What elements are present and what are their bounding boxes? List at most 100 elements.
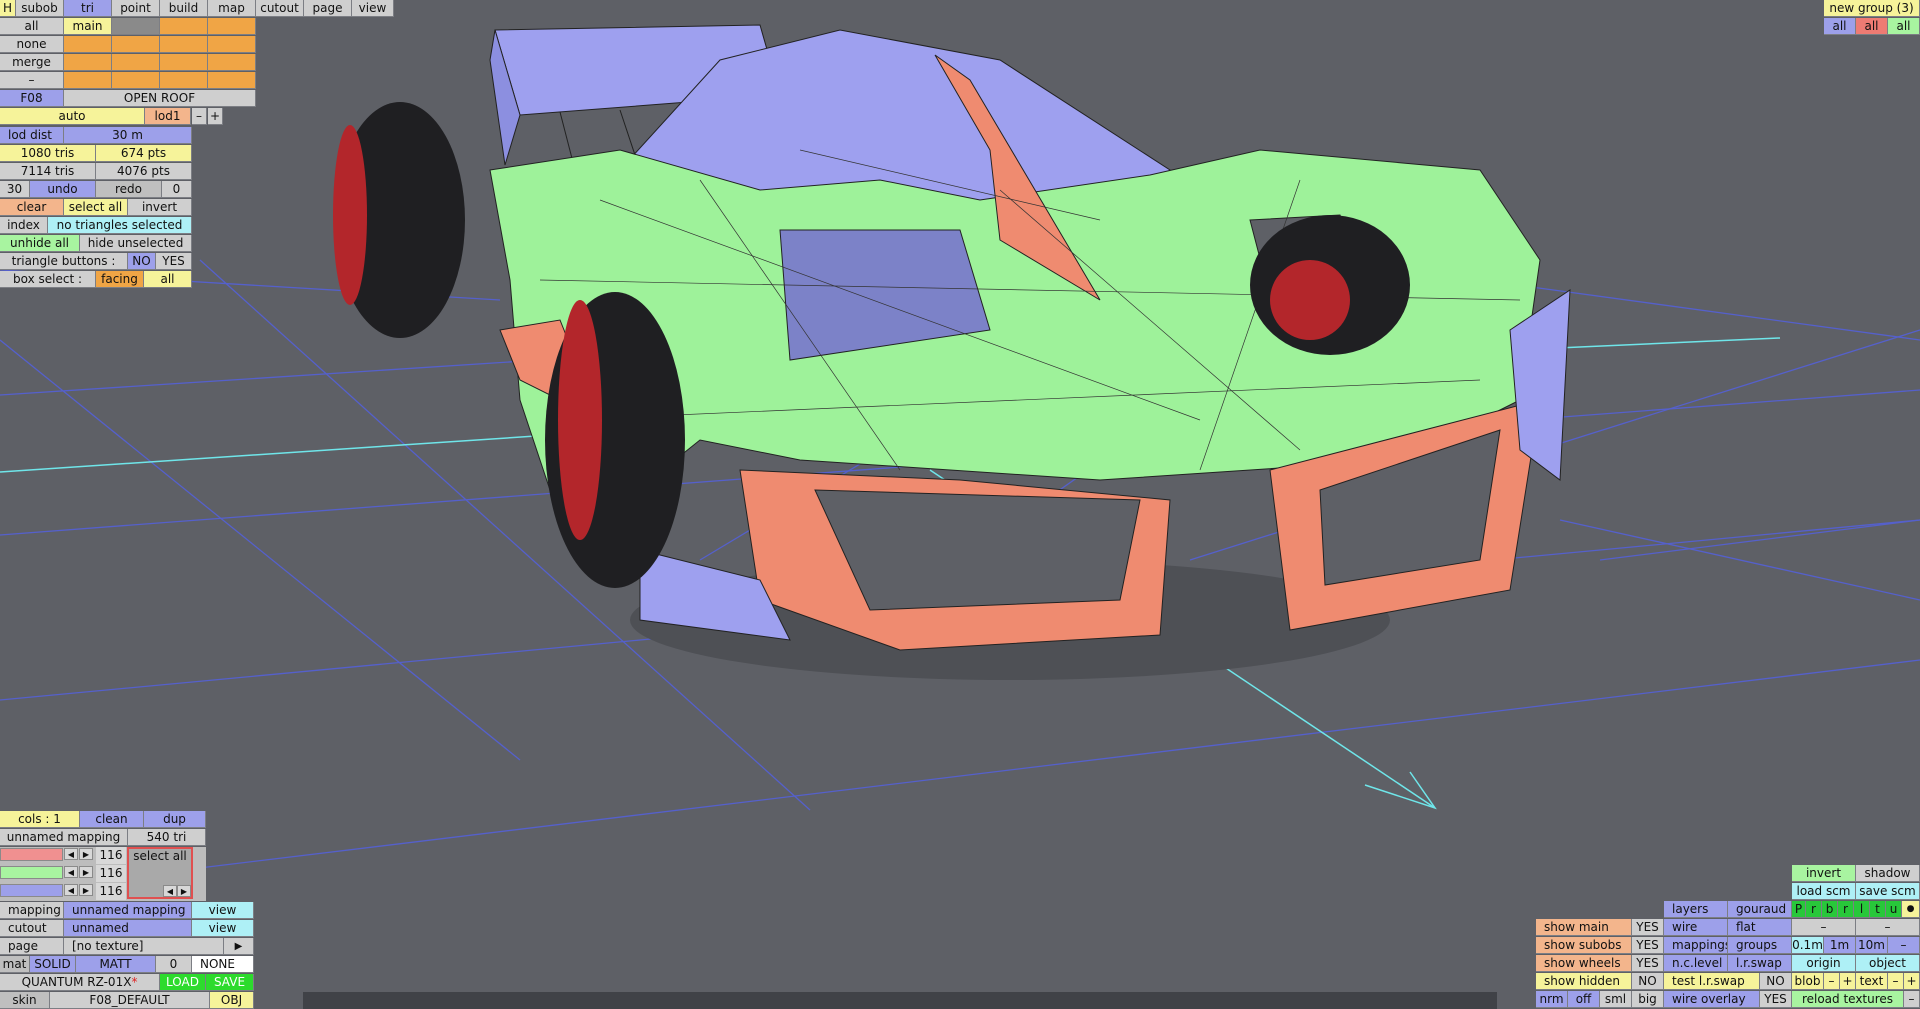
show-subobs-toggle[interactable]: YES <box>1632 937 1664 954</box>
tab-view[interactable]: view <box>352 0 394 17</box>
group-all-blue[interactable]: all <box>1824 18 1856 35</box>
text-plus[interactable]: + <box>1904 973 1920 990</box>
subob-main[interactable]: main <box>64 18 112 35</box>
blob-plus[interactable]: + <box>1840 973 1856 990</box>
object-name[interactable]: OPEN ROOF <box>64 90 256 107</box>
mapping-name[interactable]: unnamed mapping <box>0 829 128 846</box>
select-all-tri-button[interactable]: select all <box>64 199 128 216</box>
arrow-right-icon[interactable]: ▶ <box>79 866 93 878</box>
tab-cutout[interactable]: cutout <box>256 0 304 17</box>
subob-slot-9[interactable] <box>64 54 112 71</box>
new-group-button[interactable]: new group (3) <box>1824 0 1920 17</box>
cutout-value[interactable]: unnamed <box>64 920 192 937</box>
render-letter[interactable]: l <box>1854 901 1870 918</box>
render-letter[interactable]: t <box>1870 901 1886 918</box>
wire-overlay-button[interactable]: wire overlay <box>1664 991 1760 1008</box>
mapping-preview[interactable]: select all ◀ ▶ <box>127 847 193 899</box>
dash-button[interactable]: – <box>0 72 64 89</box>
render-letter[interactable]: r <box>1806 901 1822 918</box>
groups-button[interactable]: groups <box>1728 937 1792 954</box>
subob-slot-16[interactable] <box>208 72 256 89</box>
lod-dist-value[interactable]: 30 m <box>64 127 192 144</box>
page-value[interactable]: [no texture] <box>64 938 224 955</box>
subob-slot-8[interactable] <box>208 36 256 53</box>
layer-swatch-green[interactable] <box>0 866 63 879</box>
merge-button[interactable]: merge <box>0 54 64 71</box>
triangle-buttons-yes[interactable]: YES <box>156 253 192 270</box>
subob-slot-4[interactable] <box>208 18 256 35</box>
tab-subob[interactable]: subob <box>16 0 64 17</box>
reload-dash[interactable]: – <box>1904 991 1920 1008</box>
test-lr-swap-button[interactable]: test l.r.swap <box>1664 973 1760 990</box>
cols-button[interactable]: cols : 1 <box>0 811 80 828</box>
normals-big[interactable]: big <box>1632 991 1664 1008</box>
arrow-left-icon[interactable]: ◀ <box>64 866 78 878</box>
skin-value[interactable]: F08_DEFAULT <box>50 992 210 1009</box>
render-letter[interactable]: u <box>1886 901 1902 918</box>
layer-swatch-red[interactable] <box>0 848 63 861</box>
grid-0-1m[interactable]: 0.1m <box>1792 937 1824 954</box>
group-all-red[interactable]: all <box>1856 18 1888 35</box>
clean-button[interactable]: clean <box>80 811 144 828</box>
layers-button[interactable]: layers <box>1664 901 1728 918</box>
obj-button[interactable]: OBJ <box>210 992 254 1009</box>
normals-nrm[interactable]: nrm <box>1536 991 1568 1008</box>
subob-slot-10[interactable] <box>112 54 160 71</box>
gouraud-button[interactable]: gouraud <box>1728 901 1792 918</box>
text-minus[interactable]: – <box>1888 973 1904 990</box>
invert-selection-button[interactable]: invert <box>128 199 192 216</box>
render-letter[interactable]: b <box>1822 901 1838 918</box>
arrow-right-icon[interactable]: ▶ <box>79 848 93 860</box>
save-button[interactable]: SAVE <box>206 974 254 991</box>
arrow-left-icon[interactable]: ◀ <box>64 884 78 896</box>
mapping-value[interactable]: unnamed mapping <box>64 902 192 919</box>
box-select-all[interactable]: all <box>144 271 192 288</box>
object-code[interactable]: F08 <box>0 90 64 107</box>
origin-button[interactable]: origin <box>1792 955 1856 972</box>
show-main-toggle[interactable]: YES <box>1632 919 1664 936</box>
unhide-all-button[interactable]: unhide all <box>0 235 80 252</box>
clear-button[interactable]: clear <box>0 199 64 216</box>
subob-slot-5[interactable] <box>64 36 112 53</box>
mat-value[interactable]: 0 <box>156 956 192 973</box>
render-letter[interactable]: r <box>1838 901 1854 918</box>
normals-sml[interactable]: sml <box>1600 991 1632 1008</box>
text-button[interactable]: text <box>1856 973 1888 990</box>
blob-button[interactable]: blob <box>1792 973 1824 990</box>
group-all-green[interactable]: all <box>1888 18 1920 35</box>
show-main-label[interactable]: show main <box>1536 919 1632 936</box>
lr-swap-button[interactable]: l.r.swap <box>1728 955 1792 972</box>
dot-icon[interactable]: ● <box>1902 901 1920 918</box>
show-hidden-toggle[interactable]: NO <box>1632 973 1664 990</box>
save-scm-button[interactable]: save scm <box>1856 883 1920 900</box>
arrow-left-icon[interactable]: ◀ <box>64 848 78 860</box>
layer-swatch-blue[interactable] <box>0 884 63 897</box>
select-all-button[interactable]: all <box>0 18 64 35</box>
show-wheels-toggle[interactable]: YES <box>1632 955 1664 972</box>
hide-unselected-button[interactable]: hide unselected <box>80 235 192 252</box>
lod-plus-button[interactable]: + <box>208 108 223 125</box>
arrow-left-icon[interactable]: ◀ <box>163 885 177 897</box>
play-icon[interactable]: ▶ <box>224 938 254 955</box>
mat-solid-button[interactable]: SOLID <box>30 956 76 973</box>
undo-button[interactable]: undo <box>30 181 96 198</box>
test-lr-swap-toggle[interactable]: NO <box>1760 973 1792 990</box>
3d-viewport[interactable] <box>0 0 1920 1009</box>
grid-1m[interactable]: 1m <box>1824 937 1856 954</box>
object-button[interactable]: object <box>1856 955 1920 972</box>
lod-minus-button[interactable]: – <box>192 108 207 125</box>
view-dash-1[interactable]: – <box>1792 919 1856 936</box>
shadow-button[interactable]: shadow <box>1856 865 1920 882</box>
load-scm-button[interactable]: load scm <box>1792 883 1856 900</box>
blob-minus[interactable]: – <box>1824 973 1840 990</box>
subob-slot-3[interactable] <box>160 18 208 35</box>
car-name[interactable]: QUANTUM RZ-01X* <box>0 974 160 991</box>
show-wheels-label[interactable]: show wheels <box>1536 955 1632 972</box>
subob-slot-6[interactable] <box>112 36 160 53</box>
tab-page[interactable]: page <box>304 0 352 17</box>
index-button[interactable]: index <box>0 217 48 234</box>
subob-slot-7[interactable] <box>160 36 208 53</box>
mapping-select-all[interactable]: select all <box>129 849 191 864</box>
subob-slot-2[interactable] <box>112 18 160 35</box>
horizontal-scrollbar[interactable] <box>303 992 1497 1009</box>
